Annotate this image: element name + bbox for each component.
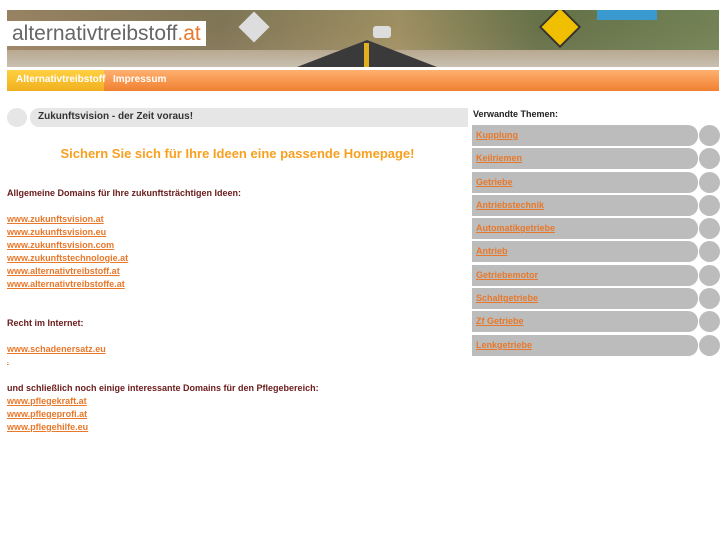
sidebar-link[interactable]: Getriebe: [476, 177, 513, 187]
domain-link[interactable]: www.pflegekraft.at: [7, 395, 319, 408]
sidebar-item-bar: Lenkgetriebe: [472, 334, 698, 356]
sidebar-circle-decoration: [699, 334, 720, 356]
banner-sky: [597, 10, 657, 20]
domain-link[interactable]: www.zukunftsvision.com: [7, 239, 319, 252]
sidebar-item-bar: Keilriemen: [472, 148, 698, 170]
sidebar-link[interactable]: Zf Getriebe: [476, 316, 524, 326]
sidebar-link[interactable]: Keilriemen: [476, 153, 522, 163]
sidebar-circle-decoration: [699, 218, 720, 240]
sidebar-item: Kupplung: [472, 125, 720, 146]
sidebar-title: Verwandte Themen:: [473, 109, 559, 119]
sidebar-link[interactable]: Antrieb: [476, 246, 508, 256]
domain-link[interactable]: www.zukunftstechnologie.at: [7, 252, 319, 265]
domain-link[interactable]: www.alternativtreibstoffe.at: [7, 278, 319, 291]
sidebar-circle-decoration: [699, 194, 720, 216]
sidebar-circle-decoration: [699, 241, 720, 263]
sidebar-link[interactable]: Automatikgetriebe: [476, 223, 555, 233]
dot-link[interactable]: .: [7, 356, 319, 369]
related-topics-list: Kupplung Keilriemen Getriebe Antriebstechni…: [472, 125, 720, 358]
sidebar-item-bar: Getriebe: [472, 171, 698, 193]
sidebar-circle-decoration: [699, 171, 720, 193]
logo-name: alternativtreibstoff: [12, 22, 178, 45]
sidebar-link[interactable]: Lenkgetriebe: [476, 340, 532, 350]
sidebar-link[interactable]: Schaltgetriebe: [476, 293, 538, 303]
sidebar-circle-decoration: [699, 264, 720, 286]
page-title: Zukunftsvision - der Zeit voraus!: [30, 108, 468, 127]
sidebar-item-bar: Antrieb: [472, 241, 698, 263]
domain-link[interactable]: www.alternativtreibstoff.at: [7, 265, 319, 278]
section-heading: Recht im Internet:: [7, 318, 84, 328]
domain-link[interactable]: www.pflegeprofi.at: [7, 408, 319, 421]
site-logo[interactable]: alternativtreibstoff.at: [7, 21, 206, 46]
sidebar-circle-decoration: [699, 311, 720, 333]
sidebar-item-bar: Kupplung: [472, 125, 698, 146]
sidebar-item: Schaltgetriebe: [472, 288, 720, 310]
sidebar-item: Antrieb: [472, 241, 720, 263]
sidebar-item: Keilriemen: [472, 148, 720, 170]
sidebar-link[interactable]: Antriebstechnik: [476, 200, 544, 210]
domain-link[interactable]: www.schadenersatz.eu: [7, 343, 319, 356]
sidebar-item: Antriebstechnik: [472, 194, 720, 216]
domain-link[interactable]: www.pflegehilfe.eu: [7, 421, 319, 434]
sidebar-item: Zf Getriebe: [472, 311, 720, 333]
sidebar-circle-decoration: [699, 288, 720, 310]
title-circle-decoration: [7, 108, 27, 127]
content-title-bar: Zukunftsvision - der Zeit voraus!: [7, 108, 468, 127]
sidebar-item-bar: Getriebemotor: [472, 264, 698, 286]
sidebar-item-bar: Zf Getriebe: [472, 311, 698, 333]
banner-car: [373, 26, 391, 38]
main-nav: Alternativtreibstoff Impressum: [7, 70, 719, 91]
sidebar-circle-decoration: [699, 125, 720, 146]
nav-item-impressum[interactable]: Impressum: [104, 70, 175, 91]
banner-road-line: [364, 43, 369, 67]
domain-link[interactable]: www.zukunftsvision.at: [7, 213, 319, 226]
logo-tld: .at: [177, 22, 201, 45]
sidebar-link[interactable]: Getriebemotor: [476, 270, 538, 280]
domain-link[interactable]: www.zukunftsvision.eu: [7, 226, 319, 239]
sidebar-item-bar: Antriebstechnik: [472, 194, 698, 216]
section-heading: und schließlich noch einige interessante…: [7, 383, 319, 393]
sidebar-item: Automatikgetriebe: [472, 218, 720, 240]
sidebar-item: Getriebemotor: [472, 264, 720, 286]
main-content: Allgemeine Domains für Ihre zukunftsträc…: [7, 187, 319, 434]
sidebar-item: Lenkgetriebe: [472, 334, 720, 356]
slogan: Sichern Sie sich für Ihre Ideen eine pas…: [60, 146, 415, 161]
sidebar-item-bar: Schaltgetriebe: [472, 288, 698, 310]
nav-item-alternativtreibstoff[interactable]: Alternativtreibstoff: [7, 70, 105, 91]
sidebar-item-bar: Automatikgetriebe: [472, 218, 698, 240]
sidebar-link[interactable]: Kupplung: [476, 130, 518, 140]
sidebar-item: Getriebe: [472, 171, 720, 193]
sidebar-circle-decoration: [699, 148, 720, 170]
section-heading: Allgemeine Domains für Ihre zukunftsträc…: [7, 188, 242, 198]
